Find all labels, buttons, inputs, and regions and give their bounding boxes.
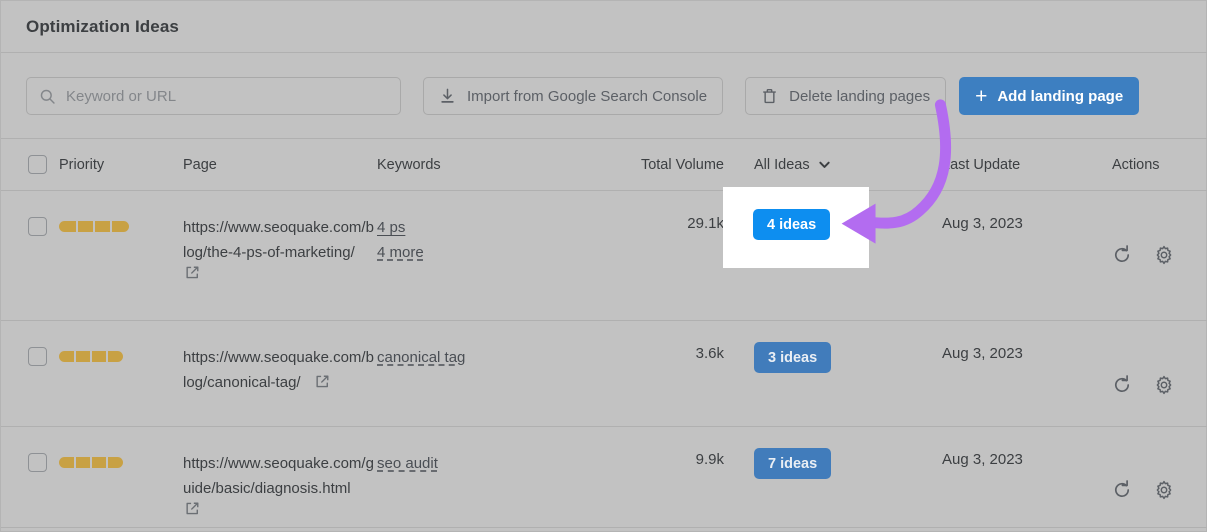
row-select-cell — [1, 321, 59, 426]
search-icon — [40, 89, 55, 104]
all-ideas-dropdown[interactable]: All Ideas — [754, 157, 831, 173]
actions-cell — [1112, 321, 1207, 426]
keyword-link[interactable]: 4 ps — [377, 215, 405, 240]
priority-cell — [59, 191, 183, 320]
row-select-cell — [1, 191, 59, 320]
ideas-cell: 7 ideas — [742, 427, 942, 527]
priority-bar — [59, 457, 183, 468]
row-checkbox[interactable] — [28, 217, 47, 236]
toolbar: Import from Google Search Console Delete… — [1, 54, 1207, 138]
keywords-cell: 4 ps 4 more — [377, 191, 612, 320]
plus-icon: + — [975, 84, 988, 108]
table-row[interactable]: https://www.seoquake.com/blog/canonical-… — [1, 321, 1207, 427]
keywords-cell: canonical tag — [377, 321, 612, 426]
optimization-ideas-table: Priority Page Keywords Total Volume All … — [1, 138, 1207, 528]
highlighted-ideas-badge[interactable]: 4 ideas — [753, 209, 831, 240]
total-volume-value: 9.9k — [695, 451, 724, 468]
header-keywords: Keywords — [377, 156, 441, 173]
external-link-icon[interactable] — [185, 501, 200, 516]
header-total-volume: Total Volume — [640, 156, 724, 173]
ideas-cell: 3 ideas — [742, 321, 942, 426]
header-page: Page — [183, 156, 217, 173]
priority-bar — [59, 221, 183, 232]
last-update-value: Aug 3, 2023 — [942, 345, 1023, 362]
refresh-icon[interactable] — [1112, 245, 1132, 265]
keyword-link[interactable]: seo audit — [377, 451, 438, 476]
select-all-cell — [1, 155, 59, 174]
add-landing-page-label: Add landing page — [997, 87, 1124, 105]
chevron-down-icon — [818, 161, 830, 168]
table-row[interactable]: https://www.seoquake.com/guide/basic/dia… — [1, 427, 1207, 528]
keyword-link[interactable]: canonical tag — [377, 345, 465, 370]
download-icon — [441, 88, 454, 103]
spotlight-highlight-region: 4 ideas — [723, 187, 869, 268]
refresh-icon[interactable] — [1112, 480, 1132, 500]
page-url[interactable]: https://www.seoquake.com/blog/canonical-… — [183, 349, 374, 391]
refresh-icon[interactable] — [1112, 375, 1132, 395]
priority-bar — [59, 351, 183, 362]
page-cell: https://www.seoquake.com/blog/canonical-… — [183, 321, 377, 426]
import-from-gsc-label: Import from Google Search Console — [467, 87, 708, 105]
keyword-more-link[interactable]: 4 more — [377, 240, 424, 265]
priority-cell — [59, 321, 183, 426]
external-link-icon[interactable] — [185, 265, 200, 280]
all-ideas-label: All Ideas — [754, 156, 810, 173]
search-box[interactable] — [26, 77, 401, 115]
import-from-gsc-button[interactable]: Import from Google Search Console — [423, 77, 724, 115]
select-all-checkbox[interactable] — [28, 155, 47, 174]
row-select-cell — [1, 427, 59, 527]
keywords-cell: seo audit — [377, 427, 612, 527]
gear-icon[interactable] — [1154, 245, 1174, 265]
header-ideas-filter: All Ideas — [742, 157, 942, 173]
total-volume-value: 3.6k — [695, 345, 724, 362]
table-header-row: Priority Page Keywords Total Volume All … — [1, 138, 1207, 191]
trash-icon — [763, 88, 777, 104]
gear-icon[interactable] — [1154, 375, 1174, 395]
page-cell: https://www.seoquake.com/guide/basic/dia… — [183, 427, 377, 527]
last-update-value: Aug 3, 2023 — [942, 451, 1023, 468]
actions-cell — [1112, 191, 1207, 320]
page-url[interactable]: https://www.seoquake.com/blog/the-4-ps-o… — [183, 219, 374, 261]
header-priority: Priority — [59, 156, 105, 173]
row-checkbox[interactable] — [28, 347, 47, 366]
page-title: Optimization Ideas — [26, 16, 179, 36]
add-landing-page-button[interactable]: + Add landing page — [959, 77, 1140, 115]
page-cell: https://www.seoquake.com/blog/the-4-ps-o… — [183, 191, 377, 320]
gear-icon[interactable] — [1154, 480, 1174, 500]
delete-landing-pages-label: Delete landing pages — [789, 87, 931, 105]
header-actions: Actions — [1112, 156, 1160, 173]
external-link-icon[interactable] — [315, 374, 330, 389]
ideas-badge[interactable]: 7 ideas — [754, 448, 832, 479]
search-input[interactable] — [66, 87, 388, 105]
header-last-update: Last Update — [942, 156, 1021, 173]
actions-cell — [1112, 427, 1207, 527]
ideas-badge[interactable]: 3 ideas — [754, 342, 832, 373]
last-update-value: Aug 3, 2023 — [942, 215, 1023, 232]
card-header: Optimization Ideas — [1, 1, 1207, 53]
row-checkbox[interactable] — [28, 453, 47, 472]
delete-landing-pages-button[interactable]: Delete landing pages — [745, 77, 947, 115]
priority-cell — [59, 427, 183, 527]
optimization-ideas-panel: Optimization Ideas Import from Google Se… — [0, 0, 1207, 532]
page-url[interactable]: https://www.seoquake.com/guide/basic/dia… — [183, 455, 374, 497]
table-row[interactable]: https://www.seoquake.com/blog/the-4-ps-o… — [1, 191, 1207, 321]
optimization-ideas-screen: Optimization Ideas Import from Google Se… — [0, 0, 1207, 532]
